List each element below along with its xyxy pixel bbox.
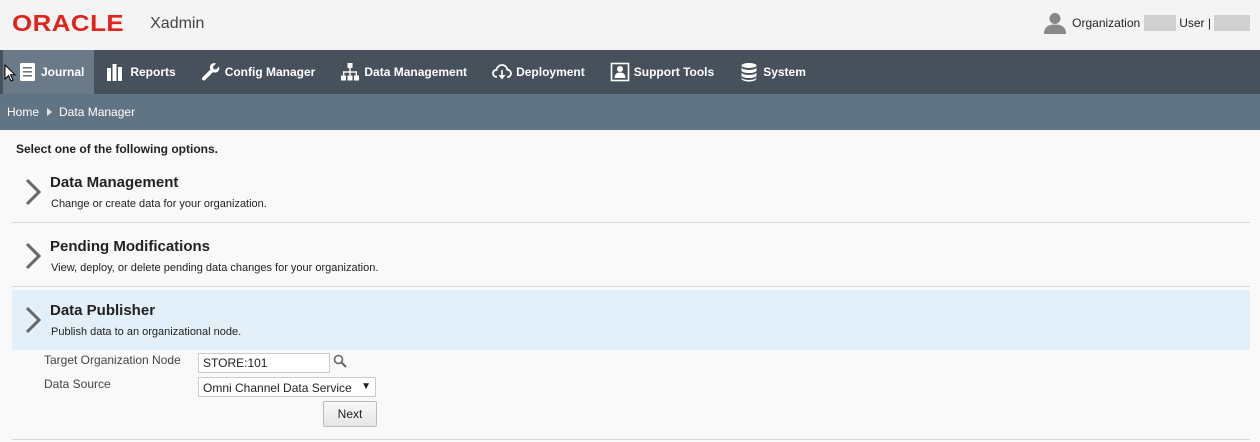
app-header: ORACLE Xadmin Organization User | <box>0 0 1260 50</box>
divider <box>12 439 1250 440</box>
bar-chart-icon <box>107 64 123 81</box>
hierarchy-icon <box>341 63 360 81</box>
breadcrumb-home[interactable]: Home <box>7 105 39 119</box>
main-navbar: Journal Reports Config Manager Data Mana… <box>0 50 1260 94</box>
wrench-icon <box>201 63 220 81</box>
product-name: Xadmin <box>150 14 205 32</box>
nav-journal[interactable]: Journal <box>3 50 95 94</box>
option-title: Pending Modifications <box>50 238 210 255</box>
database-icon <box>741 63 757 82</box>
user-info: Organization User | <box>1043 12 1250 34</box>
nav-deployment-label: Deployment <box>516 65 585 79</box>
organization-label: Organization <box>1072 16 1141 30</box>
target-node-label: Target Organization Node <box>44 353 181 367</box>
nav-support-tools-label: Support Tools <box>633 65 715 79</box>
nav-config-manager[interactable]: Config Manager <box>189 50 329 94</box>
nav-journal-label: Journal <box>41 65 85 79</box>
search-icon[interactable] <box>333 354 347 368</box>
dropdown-arrow-icon: ▼ <box>361 381 371 392</box>
option-data-management[interactable]: Data Management Change or create data fo… <box>12 162 1250 222</box>
nav-reports-label: Reports <box>130 65 176 79</box>
nav-deployment[interactable]: Deployment <box>480 50 598 94</box>
instruction-text: Select one of the following options. <box>16 142 218 156</box>
data-source-label: Data Source <box>44 377 111 391</box>
user-label: User | <box>1179 16 1211 30</box>
support-icon <box>610 62 630 82</box>
next-button[interactable]: Next <box>323 401 377 427</box>
nav-support-tools[interactable]: Support Tools <box>598 50 727 94</box>
divider <box>12 222 1250 223</box>
journal-icon <box>20 63 35 81</box>
breadcrumb-current: Data Manager <box>59 105 136 119</box>
option-description: Publish data to an organizational node. <box>51 326 242 338</box>
mouse-cursor-icon <box>4 64 16 82</box>
option-description: View, deploy, or delete pending data cha… <box>51 262 379 274</box>
divider <box>12 286 1250 287</box>
chevron-right-icon <box>25 242 42 270</box>
nav-config-manager-label: Config Manager <box>224 65 316 79</box>
data-source-select[interactable]: Omni Channel Data Service ▼ <box>198 377 376 397</box>
organization-value-redacted <box>1144 15 1177 31</box>
option-description: Change or create data for your organizat… <box>51 198 267 210</box>
target-node-input[interactable] <box>198 353 330 373</box>
nav-system-label: System <box>763 65 806 79</box>
breadcrumb-separator-icon <box>47 108 53 116</box>
nav-system[interactable]: System <box>727 50 819 94</box>
nav-data-management-label: Data Management <box>364 65 468 79</box>
chevron-right-icon <box>25 306 42 334</box>
chevron-right-icon <box>25 178 42 206</box>
user-icon[interactable] <box>1043 12 1067 34</box>
option-title: Data Management <box>50 174 179 191</box>
data-source-selected-value: Omni Channel Data Service <box>203 381 352 395</box>
user-value-redacted <box>1214 15 1250 31</box>
brand: ORACLE Xadmin <box>12 10 204 37</box>
nav-data-management[interactable]: Data Management <box>328 50 480 94</box>
cloud-download-icon <box>492 64 512 80</box>
nav-reports[interactable]: Reports <box>94 50 188 94</box>
option-pending-modifications[interactable]: Pending Modifications View, deploy, or d… <box>12 226 1250 286</box>
option-title: Data Publisher <box>50 302 156 319</box>
breadcrumb: Home Data Manager <box>0 94 1260 130</box>
oracle-logo: ORACLE <box>12 10 125 36</box>
option-data-publisher[interactable]: Data Publisher Publish data to an organi… <box>12 290 1250 350</box>
